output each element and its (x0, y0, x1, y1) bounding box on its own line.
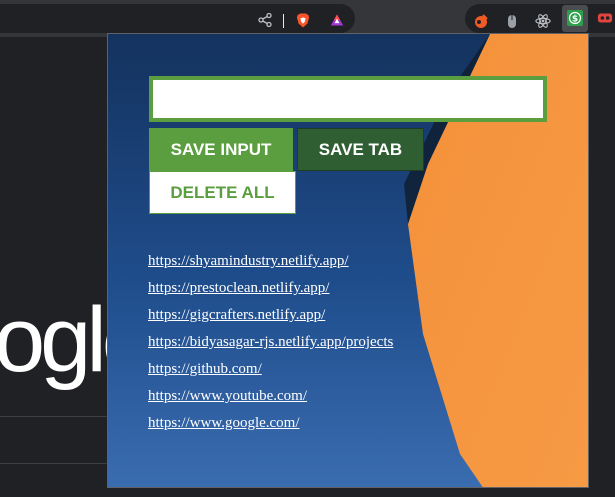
brave-rewards-icon[interactable] (330, 13, 344, 27)
address-bar[interactable] (0, 4, 355, 33)
saved-link[interactable]: https://bidyasagar-rjs.netlify.app/proje… (148, 334, 393, 350)
extension-popup: SAVE INPUT SAVE TAB DELETE ALL https://s… (107, 33, 589, 488)
list-item: https://bidyasagar-rjs.netlify.app/proje… (148, 333, 393, 360)
list-item: https://shyamindustry.netlify.app/ (148, 252, 393, 279)
dollar-extension-icon[interactable]: $ (567, 10, 583, 26)
fire-extension-icon[interactable] (473, 13, 489, 29)
saved-link[interactable]: https://www.google.com/ (148, 415, 300, 431)
list-item: https://www.youtube.com/ (148, 387, 393, 414)
share-icon[interactable] (258, 13, 272, 27)
url-input[interactable] (149, 76, 547, 122)
toolbar-separator (283, 14, 284, 28)
list-item: https://prestoclean.netlify.app/ (148, 279, 393, 306)
delete-all-button[interactable]: DELETE ALL (149, 171, 296, 214)
saved-link[interactable]: https://www.youtube.com/ (148, 388, 307, 404)
list-item: https://github.com/ (148, 360, 393, 387)
mouse-extension-icon[interactable] (504, 13, 520, 29)
extensions-bar (465, 4, 615, 33)
save-input-button[interactable]: SAVE INPUT (149, 128, 293, 171)
browser-toolbar: $ (0, 0, 615, 37)
svg-text:$: $ (572, 15, 578, 25)
vr-extension-icon[interactable] (597, 10, 613, 26)
react-devtools-icon[interactable] (535, 13, 551, 29)
page-divider (0, 463, 108, 464)
list-item: https://www.google.com/ (148, 414, 393, 441)
saved-link[interactable]: https://github.com/ (148, 361, 262, 377)
saved-links-list: https://shyamindustry.netlify.app/ https… (148, 252, 393, 441)
saved-link[interactable]: https://gigcrafters.netlify.app/ (148, 307, 325, 323)
saved-link[interactable]: https://shyamindustry.netlify.app/ (148, 253, 349, 269)
page-divider (0, 416, 108, 417)
save-tab-button[interactable]: SAVE TAB (297, 128, 424, 171)
list-item: https://gigcrafters.netlify.app/ (148, 306, 393, 333)
brave-shields-icon[interactable] (296, 13, 310, 27)
saved-link[interactable]: https://prestoclean.netlify.app/ (148, 280, 329, 296)
